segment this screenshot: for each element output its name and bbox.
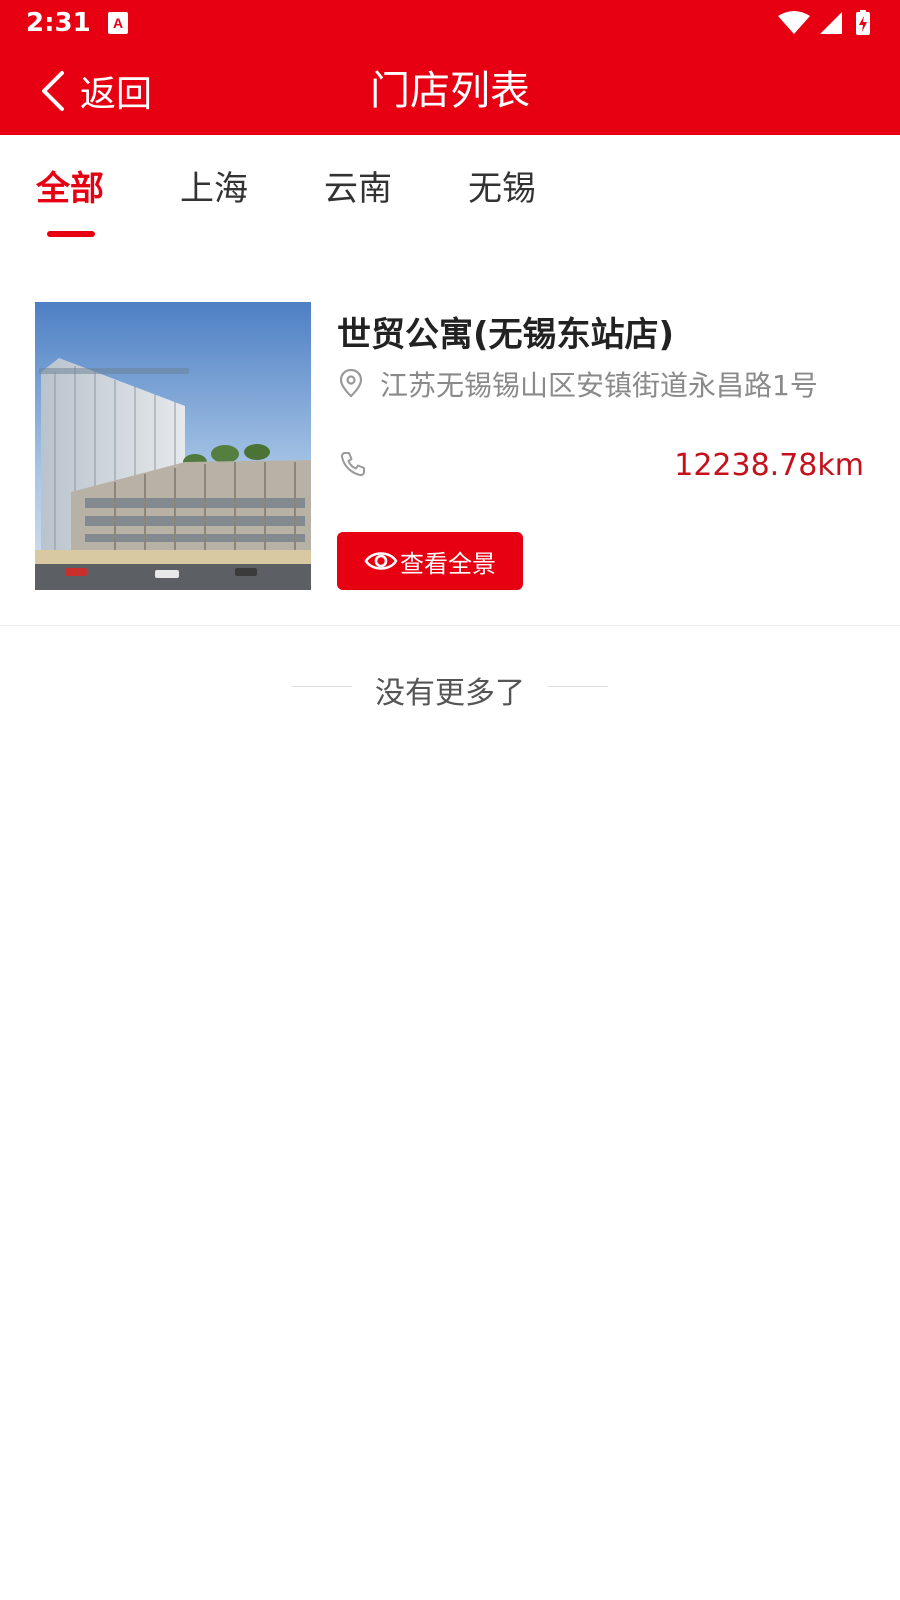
status-time: 2:31 — [26, 8, 91, 38]
svg-text:A: A — [113, 15, 123, 31]
tab-all[interactable]: 全部 — [36, 161, 104, 210]
view-panorama-button[interactable]: 查看全景 — [337, 532, 523, 590]
view-panorama-label: 查看全景 — [400, 549, 496, 578]
tab-wuxi[interactable]: 无锡 — [468, 161, 536, 210]
store-card[interactable]: 世贸公寓(无锡东站店) 江苏无锡锡山区安镇街道永昌路1号 12238.78km … — [0, 280, 900, 626]
eye-icon — [364, 552, 398, 570]
signal-icon — [820, 12, 842, 34]
app-header: 2:31 A 返回 门店列表 — [0, 0, 900, 135]
location-pin-icon — [339, 368, 363, 398]
status-icons — [778, 10, 870, 35]
phone-icon[interactable] — [339, 450, 367, 478]
store-name: 世贸公寓(无锡东站店) — [337, 315, 675, 355]
no-more-text: 没有更多了 — [375, 676, 525, 711]
city-tabs: 全部 上海 云南 无锡 — [0, 135, 900, 245]
app-notification-icon: A — [108, 12, 128, 34]
no-more-footer: 没有更多了 — [0, 662, 900, 712]
page-title: 门店列表 — [370, 68, 530, 114]
tab-yunnan[interactable]: 云南 — [324, 161, 392, 210]
store-photo — [35, 302, 311, 590]
wifi-icon — [778, 11, 810, 34]
divider-right — [548, 686, 608, 687]
battery-icon — [856, 10, 870, 35]
active-tab-indicator — [47, 231, 95, 237]
status-bar: 2:31 A — [0, 0, 900, 46]
store-address: 江苏无锡锡山区安镇街道永昌路1号 — [380, 369, 818, 402]
tab-shanghai[interactable]: 上海 — [180, 161, 248, 210]
store-distance: 12238.78km — [674, 448, 864, 483]
